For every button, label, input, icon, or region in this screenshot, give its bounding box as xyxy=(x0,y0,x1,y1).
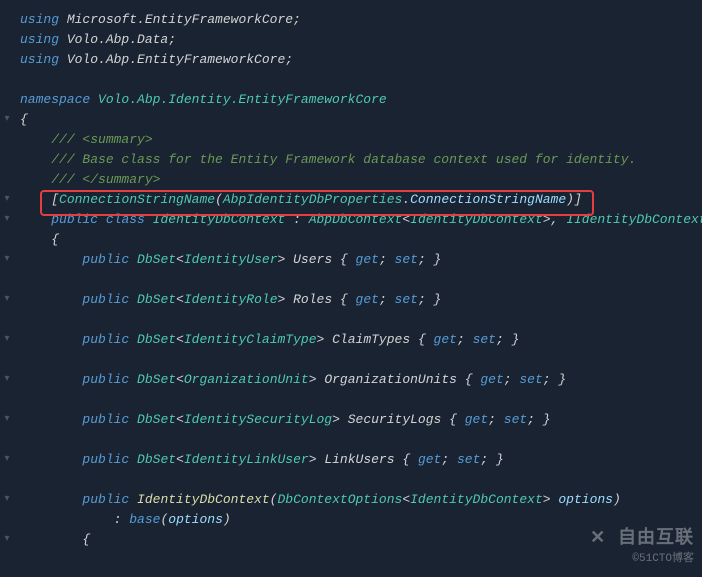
code-line: ▾ public DbSet<OrganizationUnit> Organiz… xyxy=(0,370,702,390)
fold-icon[interactable]: ▾ xyxy=(2,330,12,350)
code-line: /// <summary> xyxy=(0,130,702,150)
code-line: ▾ public DbSet<IdentityClaimType> ClaimT… xyxy=(0,330,702,350)
code-line: ▾ public DbSet<IdentityUser> Users { get… xyxy=(0,250,702,270)
code-line: using Volo.Abp.Data; xyxy=(0,30,702,50)
fold-icon[interactable]: ▾ xyxy=(2,370,12,390)
code-line xyxy=(0,430,702,450)
code-line: : base(options) xyxy=(0,510,702,530)
code-line: using Microsoft.EntityFrameworkCore; xyxy=(0,10,702,30)
code-line: /// </summary> xyxy=(0,170,702,190)
watermark-sub: ©51CTO博客 xyxy=(590,549,694,569)
code-line: ▾ public DbSet<IdentityLinkUser> LinkUse… xyxy=(0,450,702,470)
code-line: ▾ [ConnectionStringName(AbpIdentityDbPro… xyxy=(0,190,702,210)
code-line: ▾ public IdentityDbContext(DbContextOpti… xyxy=(0,490,702,510)
code-line: namespace Volo.Abp.Identity.EntityFramew… xyxy=(0,90,702,110)
code-line xyxy=(0,270,702,290)
fold-icon[interactable]: ▾ xyxy=(2,110,12,130)
code-line: ▾ public DbSet<IdentityRole> Roles { get… xyxy=(0,290,702,310)
fold-icon[interactable]: ▾ xyxy=(2,250,12,270)
code-line: { xyxy=(0,230,702,250)
fold-icon[interactable]: ▾ xyxy=(2,490,12,510)
code-line: ▾ public class IdentityDbContext : AbpDb… xyxy=(0,210,702,230)
fold-icon[interactable]: ▾ xyxy=(2,210,12,230)
code-editor[interactable]: using Microsoft.EntityFrameworkCore; usi… xyxy=(0,0,702,550)
code-line xyxy=(0,70,702,90)
code-line: ▾ public DbSet<IdentitySecurityLog> Secu… xyxy=(0,410,702,430)
fold-icon[interactable]: ▾ xyxy=(2,290,12,310)
fold-icon[interactable]: ▾ xyxy=(2,190,12,210)
code-line: using Volo.Abp.EntityFrameworkCore; xyxy=(0,50,702,70)
code-line xyxy=(0,350,702,370)
code-line xyxy=(0,390,702,410)
code-line: ▾{ xyxy=(0,110,702,130)
fold-icon[interactable]: ▾ xyxy=(2,410,12,430)
watermark: ✕ 自由互联 ©51CTO博客 xyxy=(590,529,694,569)
code-line xyxy=(0,310,702,330)
fold-icon[interactable]: ▾ xyxy=(2,450,12,470)
code-line xyxy=(0,470,702,490)
watermark-logo: ✕ 自由互联 xyxy=(590,529,694,549)
code-line: /// Base class for the Entity Framework … xyxy=(0,150,702,170)
fold-icon[interactable]: ▾ xyxy=(2,530,12,550)
